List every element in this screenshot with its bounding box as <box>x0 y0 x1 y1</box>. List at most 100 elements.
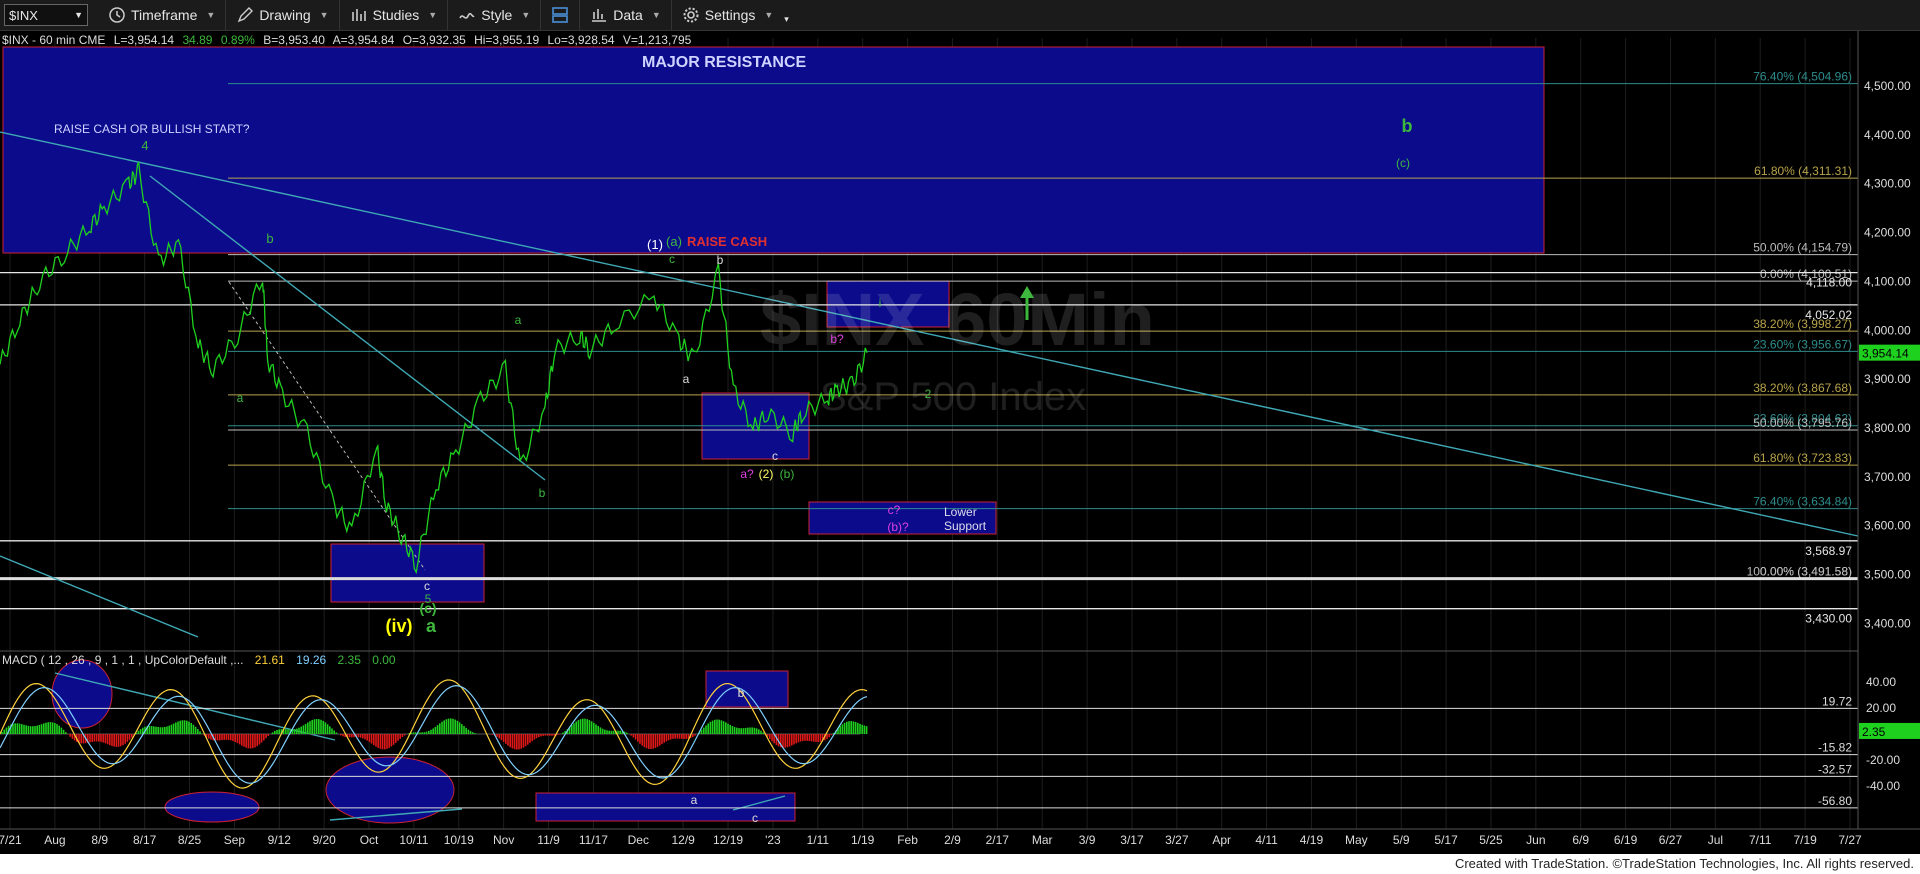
date-axis-tick: 9/12 <box>268 833 292 847</box>
horizontal-level-label: 4,118.00 <box>1806 276 1852 290</box>
header-bid: B=3,953.40 <box>263 33 325 47</box>
studies-label: Studies <box>372 7 420 23</box>
date-axis-tick: 3/9 <box>1079 833 1096 847</box>
macd-level-label: 19.72 <box>1822 694 1852 708</box>
wave-label: 2 <box>925 387 932 401</box>
symbol-selector[interactable]: $INX ▼ <box>4 4 88 26</box>
style-icon <box>459 12 475 19</box>
wave-label: (c) <box>1396 156 1410 170</box>
price-axis-tick: 3,400.00 <box>1864 616 1911 630</box>
price-current-value: 3,954.14 <box>1862 347 1909 361</box>
header-change: 34.89 <box>182 33 212 47</box>
chevron-down-icon: ▼ <box>206 10 216 20</box>
price-axis-tick: 3,700.00 <box>1864 470 1911 484</box>
macd-value-3: 2.35 <box>338 653 362 667</box>
date-axis-tick: 11/17 <box>579 833 608 847</box>
macd-axis-tick: 20.00 <box>1866 701 1896 715</box>
wave-label: 4 <box>141 138 148 153</box>
chart-canvas[interactable]: 76.40% (4,504.96) 61.80% (4,311.31) 50.00%… <box>0 31 1920 854</box>
layout-icon <box>552 7 569 23</box>
date-axis-tick: 1/11 <box>807 833 830 847</box>
fib-level-label: 50.00% (4,154.79) <box>1753 241 1852 255</box>
wave-label: c <box>772 449 778 463</box>
data-icon <box>592 9 607 22</box>
header-pct: 0.89% <box>221 33 255 47</box>
date-axis-tick: Jun <box>1526 833 1545 847</box>
macd-value-4: 0.00 <box>372 653 396 667</box>
date-axis-tick: Dec <box>628 833 649 847</box>
date-axis-tick: 3/27 <box>1165 833 1189 847</box>
wave-label: (b) <box>780 467 795 481</box>
macd-value-2: 19.26 <box>296 653 326 667</box>
wave-label: (1) <box>647 237 663 252</box>
macd-level-label: -56.80 <box>1818 794 1852 808</box>
wave-label: c <box>424 579 430 593</box>
chevron-down-icon: ▼ <box>319 10 329 20</box>
drawing-menu[interactable]: Drawing ▼ <box>226 0 340 30</box>
fib-level-label: 76.40% (4,504.96) <box>1753 70 1852 84</box>
date-axis-tick: 6/9 <box>1572 833 1589 847</box>
header-symbol: $INX - 60 min CME <box>2 33 105 47</box>
date-axis-tick: 2/9 <box>944 833 961 847</box>
chevron-down-icon: ▼ <box>521 10 531 20</box>
footer: Created with TradeStation. ©TradeStation… <box>0 854 1920 874</box>
fib-level-label: 38.20% (3,867.68) <box>1753 381 1852 395</box>
wave-label: c <box>752 811 758 825</box>
macd-label: MACD ( 12 , 26 , 9 , 1 , 1 , UpColorDefa… <box>2 653 243 667</box>
price-axis-tick: 3,900.00 <box>1864 372 1911 386</box>
date-axis-tick: 2/17 <box>986 833 1010 847</box>
wave-label: b <box>738 686 745 700</box>
timeframe-label: Timeframe <box>131 7 198 23</box>
data-menu[interactable]: Data ▼ <box>580 0 672 30</box>
date-axis-tick: 3/17 <box>1120 833 1144 847</box>
layout-button[interactable] <box>541 0 581 30</box>
macd-axis-tick: 40.00 <box>1866 675 1896 689</box>
header-open: O=3,932.35 <box>403 33 466 47</box>
wave-label: (a) <box>666 234 682 249</box>
header-last: L=3,954.14 <box>114 33 175 47</box>
pencil-icon <box>238 7 254 23</box>
date-axis-tick: 12/9 <box>671 833 695 847</box>
svg-text:MACD ( 12 , 26 , 9 , 1 , 1 , U: MACD ( 12 , 26 , 9 , 1 , 1 , UpColorDefa… <box>2 653 396 667</box>
overflow-icon[interactable]: ▾ <box>784 14 789 25</box>
drawing-label: Drawing <box>259 7 311 23</box>
date-axis-tick: 6/19 <box>1614 833 1638 847</box>
fib-level-label: 61.80% (4,311.31) <box>1754 164 1852 178</box>
studies-menu[interactable]: Studies ▼ <box>340 0 449 30</box>
date-axis-tick: Apr <box>1212 833 1231 847</box>
date-axis-tick: '23 <box>765 833 781 847</box>
wave-label: a? <box>740 467 754 481</box>
price-axis-tick: 4,500.00 <box>1864 79 1911 93</box>
chevron-down-icon: ▼ <box>651 10 661 20</box>
style-label: Style <box>481 7 513 23</box>
fib-level-label: 50.00% (3,795.76) <box>1753 416 1852 430</box>
price-axis-tick: 4,300.00 <box>1864 177 1911 191</box>
copyright-text: Created with TradeStation. ©TradeStation… <box>1454 856 1914 871</box>
style-menu[interactable]: Style ▼ <box>448 0 542 30</box>
date-axis-tick: 4/11 <box>1255 833 1278 847</box>
wave-label: b <box>266 231 273 246</box>
timeframe-menu[interactable]: Timeframe ▼ <box>98 0 227 30</box>
header-high: Hi=3,955.19 <box>474 33 539 47</box>
date-axis-tick: 12/19 <box>713 833 743 847</box>
date-axis-tick: 10/19 <box>444 833 474 847</box>
data-label: Data <box>613 7 643 23</box>
wave-label: a <box>683 372 690 386</box>
price-axis-tick: 3,600.00 <box>1864 519 1911 533</box>
watermark-name: S&P 500 Index <box>820 375 1086 419</box>
chevron-down-icon: ▼ <box>428 10 438 20</box>
macd-axis-tick: -20.00 <box>1866 753 1900 767</box>
lower-support-text-2: Support <box>944 519 987 533</box>
clock-icon <box>109 7 125 23</box>
svg-text:$INX - 60 min CME L=3,9: $INX - 60 min CME L=3,954.14 34.89 0.89%… <box>2 33 692 47</box>
macd-current-value: 2.35 <box>1862 725 1886 739</box>
header-ask: A=3,954.84 <box>333 33 395 47</box>
wave-label: i <box>879 296 882 310</box>
price-axis-tick: 3,500.00 <box>1864 568 1911 582</box>
date-axis-tick: 9/20 <box>312 833 336 847</box>
settings-menu[interactable]: Settings ▼ ▾ <box>672 0 799 30</box>
wave-label: a <box>691 793 698 807</box>
symbol-text: $INX <box>9 7 38 23</box>
date-axis-tick: 7/27 <box>1838 833 1862 847</box>
macd-level-label: -15.82 <box>1818 741 1852 755</box>
